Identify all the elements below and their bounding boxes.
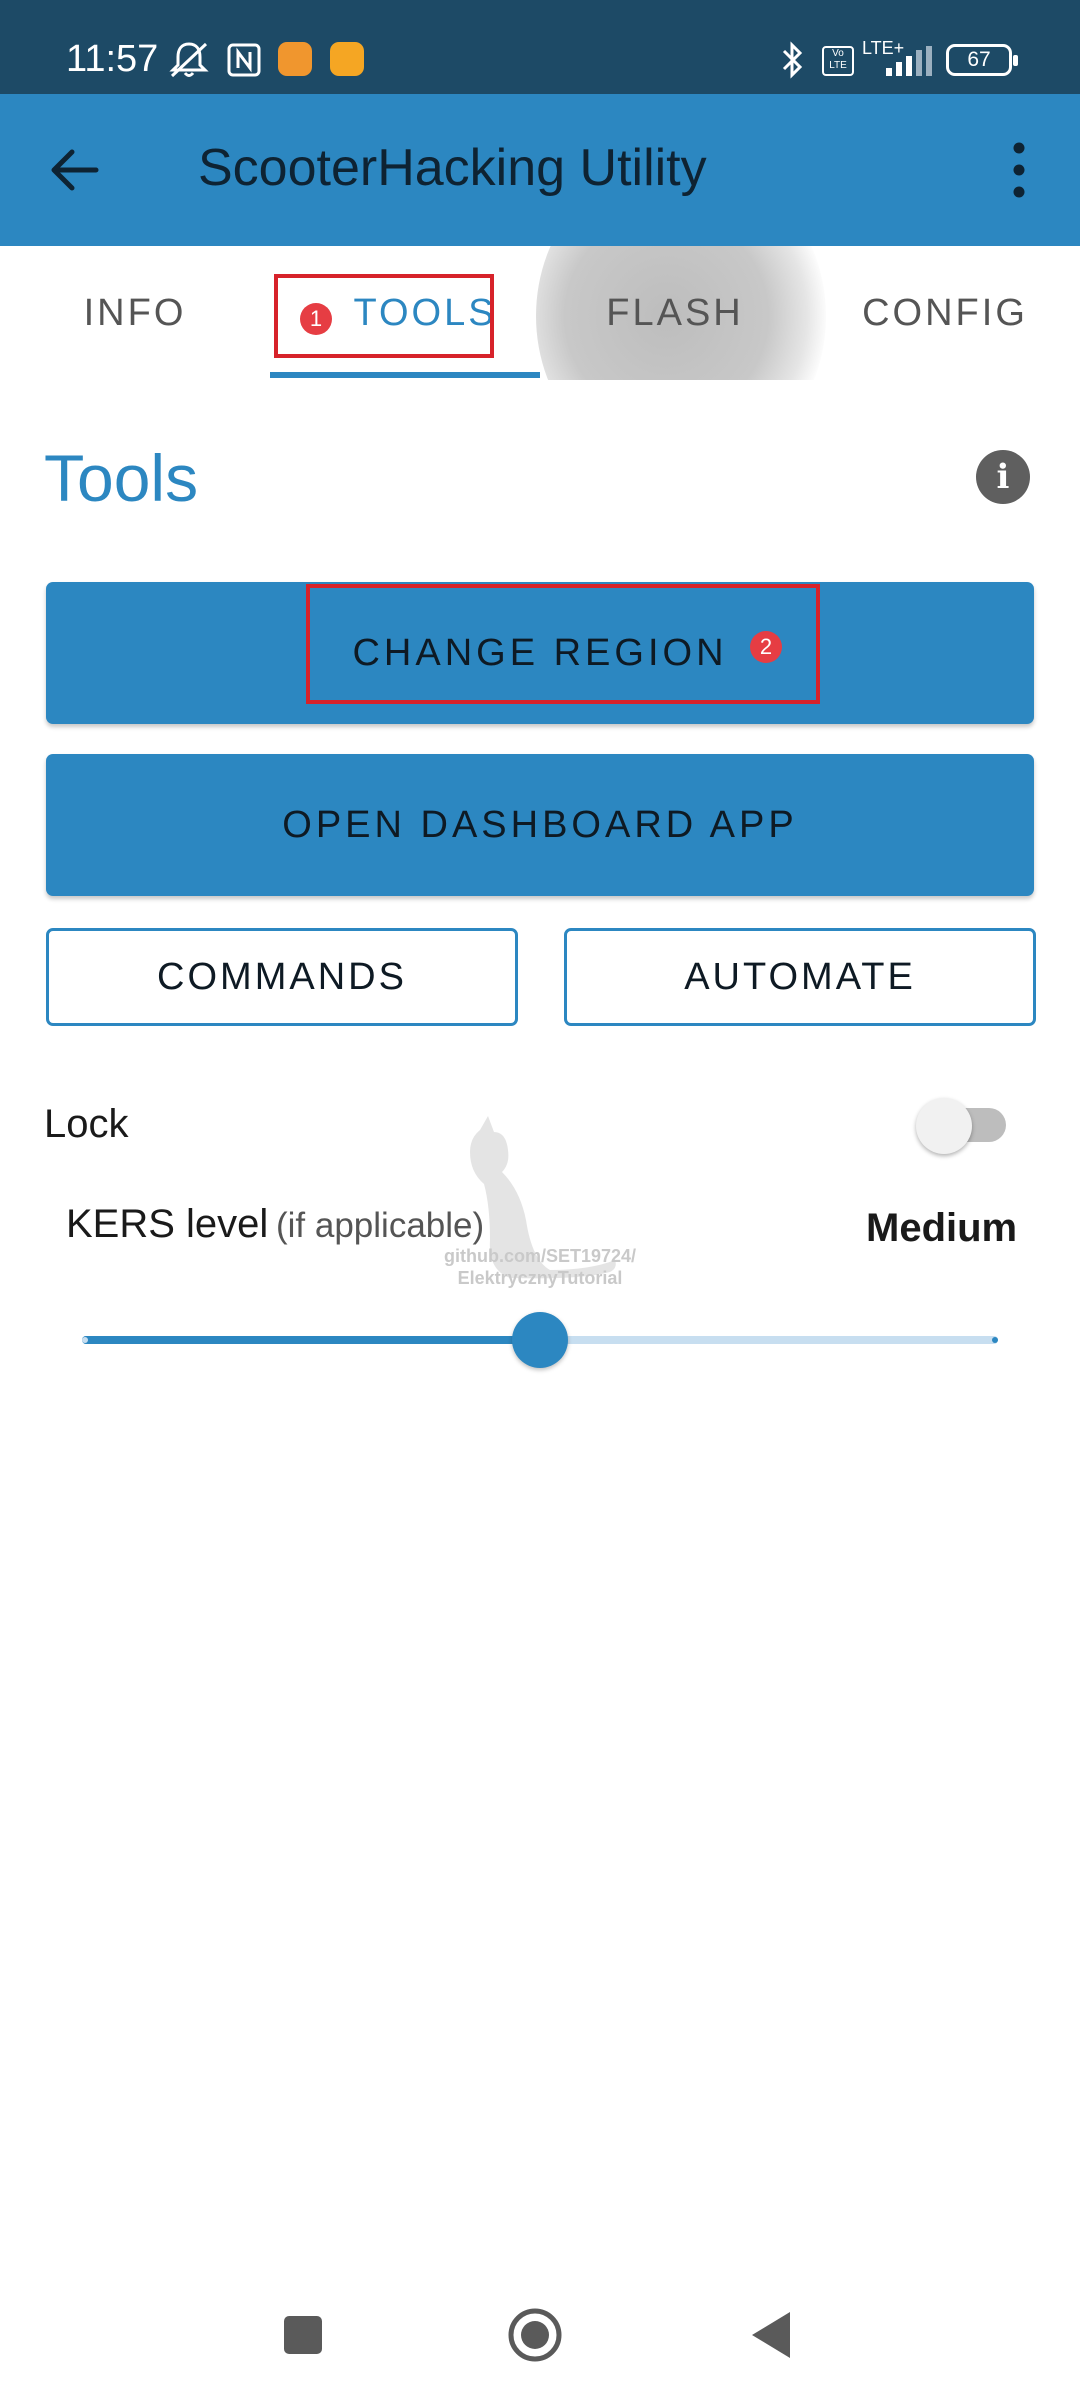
automate-button[interactable]: AUTOMATE: [564, 928, 1036, 1026]
nfc-icon: [227, 43, 261, 77]
back-button-icon[interactable]: [736, 2300, 806, 2370]
status-time: 11:57: [66, 38, 159, 80]
open-dashboard-button[interactable]: OPEN DASHBOARD APP: [46, 754, 1034, 896]
app-title: ScooterHacking Utility: [198, 139, 707, 197]
kers-hint: (if applicable): [276, 1206, 485, 1245]
bluetooth-icon: [782, 41, 803, 79]
recents-button-icon[interactable]: [268, 2300, 338, 2370]
watermark-line-2: ElektrycznyTutorial: [457, 1268, 623, 1288]
tab-config[interactable]: CONFIG: [810, 246, 1080, 380]
volte-icon: Vo LTE: [822, 46, 854, 76]
more-vert-icon[interactable]: [998, 134, 1040, 206]
slider-active-track: [82, 1336, 540, 1344]
kers-slider[interactable]: [82, 1310, 998, 1370]
tab-flash[interactable]: FLASH: [540, 246, 810, 380]
step-badge-2: 2: [750, 631, 782, 663]
kers-value: Medium: [866, 1206, 1018, 1250]
commands-button[interactable]: COMMANDS: [46, 928, 518, 1026]
status-bar: 11:57 Vo LTE LTE+ 67: [0, 0, 1080, 94]
slider-tick-start: [82, 1337, 88, 1343]
app-bar: ScooterHacking Utility: [0, 94, 1080, 246]
lock-switch-thumb[interactable]: [916, 1098, 972, 1154]
kers-label: KERS level: [66, 1202, 269, 1246]
tab-bar: INFO TOOLS FLASH CONFIG 1: [0, 246, 1080, 380]
app-notification-icon: [278, 42, 312, 76]
watermark-line-1: github.com/SET19724/: [443, 1246, 637, 1266]
home-button-icon[interactable]: [500, 2300, 570, 2370]
lock-label: Lock: [44, 1102, 129, 1146]
slider-thumb[interactable]: [512, 1312, 568, 1368]
message-notification-icon: [330, 42, 364, 76]
info-icon[interactable]: i: [976, 450, 1030, 504]
tab-info[interactable]: INFO: [0, 246, 270, 380]
step-badge-1: 1: [300, 303, 332, 335]
arrow-left-icon[interactable]: [40, 130, 120, 210]
screen: 11:57 Vo LTE LTE+ 67 ScooterHacking Util…: [0, 0, 1080, 2400]
signal-icon: [886, 46, 932, 76]
slider-tick-end: [992, 1337, 998, 1343]
page-title: Tools: [44, 441, 199, 515]
mute-bell-icon: [169, 42, 209, 78]
battery-icon: 67: [946, 44, 1018, 76]
change-region-highlight: [306, 584, 820, 704]
tab-indicator: [270, 372, 540, 378]
